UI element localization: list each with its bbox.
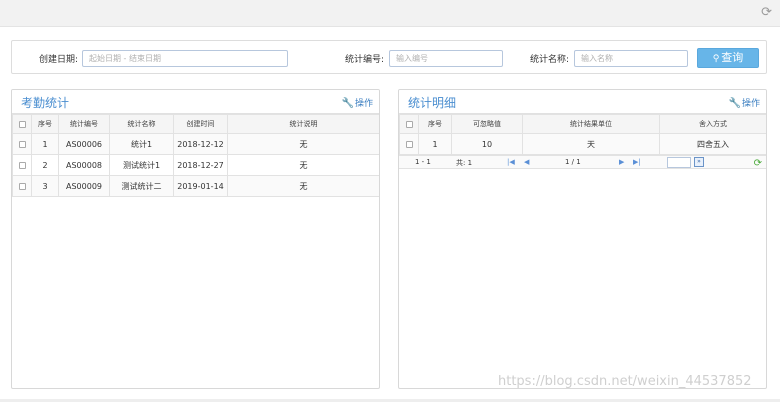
select-all-checkbox[interactable]: [18, 120, 26, 128]
search-panel: 创建日期: 统计编号: 统计名称: ⚲查询: [11, 40, 767, 74]
cell-rounding: 四舍五入: [659, 133, 766, 155]
cell-created: 2018-12-12: [173, 133, 228, 155]
table-header-row: 序号 可忽略值 统计结果单位 舍入方式: [399, 114, 766, 134]
last-page-icon[interactable]: ▶|: [633, 158, 641, 166]
go-page-button[interactable]: »: [694, 157, 704, 167]
cell-note: 无: [227, 154, 379, 176]
cell-no: 1: [31, 133, 59, 155]
column-header: 统计编号: [58, 114, 110, 134]
table-header-row: 序号 统计编号 统计名称 创建时间 统计说明: [12, 114, 379, 134]
column-header: 统计名称: [109, 114, 174, 134]
table-row[interactable]: 1 AS00006 统计1 2018-12-12 无: [12, 133, 379, 155]
cell-code: AS00008: [58, 154, 110, 176]
operate-label: 操作: [741, 99, 760, 109]
table-row[interactable]: 3 AS00009 测试统计二 2019-01-14 无: [12, 175, 379, 197]
code-input[interactable]: [389, 50, 503, 67]
cell-no: 1: [418, 133, 452, 155]
row-select-cell: [12, 175, 32, 197]
row-select-cell: [12, 133, 32, 155]
detail-table: 序号 可忽略值 统计结果单位 舍入方式 1 10 天 四舍五入: [399, 114, 766, 155]
table-row[interactable]: 2 AS00008 测试统计1 2018-12-27 无: [12, 154, 379, 176]
search-button[interactable]: ⚲ 查询: [697, 48, 759, 68]
select-all-cell: [399, 114, 419, 134]
column-header: 序号: [418, 114, 452, 134]
attendance-stats-panel: 考勤统计 🔧操作 序号 统计编号 统计名称 创建时间 统计说明 1 AS0000…: [11, 89, 380, 389]
row-checkbox[interactable]: [18, 161, 26, 169]
cell-name: 测试统计二: [109, 175, 174, 197]
panel-header: 考勤统计 🔧操作: [12, 90, 379, 114]
select-all-cell: [12, 114, 32, 134]
cell-no: 2: [31, 154, 59, 176]
panel-header: 统计明细 🔧操作: [399, 90, 766, 114]
row-checkbox[interactable]: [405, 140, 413, 148]
operate-button[interactable]: 🔧操作: [342, 96, 373, 109]
name-input[interactable]: [574, 50, 688, 67]
table-row[interactable]: 1 10 天 四舍五入: [399, 133, 766, 155]
next-page-icon[interactable]: ▶: [619, 158, 624, 166]
search-button-label: 查询: [721, 51, 744, 64]
row-checkbox[interactable]: [18, 182, 26, 190]
cell-note: 无: [227, 133, 379, 155]
column-header: 统计说明: [227, 114, 379, 134]
date-label: 创建日期:: [39, 55, 79, 65]
wrench-icon: 🔧: [728, 98, 741, 109]
cell-code: AS00006: [58, 133, 110, 155]
panel-title: 考勤统计: [21, 96, 70, 110]
stats-detail-panel: 统计明细 🔧操作 序号 可忽略值 统计结果单位 舍入方式 1 10 天 四舍五入…: [398, 89, 767, 389]
pager-page: 1 / 1: [565, 158, 581, 166]
pager-range: 1 - 1: [415, 158, 431, 166]
refresh-icon[interactable]: ⟳: [761, 5, 772, 20]
name-label: 统计名称:: [530, 55, 570, 65]
page-jump-input[interactable]: [667, 157, 691, 168]
search-icon: ⚲: [712, 54, 720, 64]
cell-ignore-value: 10: [451, 133, 523, 155]
stats-table: 序号 统计编号 统计名称 创建时间 统计说明 1 AS00006 统计1 201…: [12, 114, 379, 197]
code-label: 统计编号:: [345, 55, 385, 65]
row-select-cell: [399, 133, 419, 155]
operate-label: 操作: [354, 99, 373, 109]
first-page-icon[interactable]: |◀: [507, 158, 515, 166]
column-header: 舍入方式: [659, 114, 766, 134]
wrench-icon: 🔧: [341, 98, 354, 109]
cell-name: 测试统计1: [109, 154, 174, 176]
panel-title: 统计明细: [408, 96, 457, 110]
operate-button[interactable]: 🔧操作: [729, 96, 760, 109]
column-header: 统计结果单位: [522, 114, 660, 134]
pager-total: 共: 1: [456, 159, 473, 167]
date-range-input[interactable]: [82, 50, 288, 67]
top-toolbar: ⟳: [0, 0, 780, 27]
cell-no: 3: [31, 175, 59, 197]
column-header: 序号: [31, 114, 59, 134]
cell-name: 统计1: [109, 133, 174, 155]
pagination-bar: 1 - 1 共: 1 |◀ ◀ 1 / 1 ▶ ▶| » ⟳: [399, 155, 766, 169]
cell-unit: 天: [522, 133, 660, 155]
column-header: 创建时间: [173, 114, 228, 134]
prev-page-icon[interactable]: ◀: [524, 158, 529, 166]
reload-icon[interactable]: ⟳: [754, 158, 762, 169]
cell-code: AS00009: [58, 175, 110, 197]
row-checkbox[interactable]: [18, 140, 26, 148]
select-all-checkbox[interactable]: [405, 120, 413, 128]
cell-created: 2019-01-14: [173, 175, 228, 197]
row-select-cell: [12, 154, 32, 176]
watermark-text: https://blog.csdn.net/weixin_44537852: [498, 374, 752, 389]
column-header: 可忽略值: [451, 114, 523, 134]
cell-created: 2018-12-27: [173, 154, 228, 176]
cell-note: 无: [227, 175, 379, 197]
